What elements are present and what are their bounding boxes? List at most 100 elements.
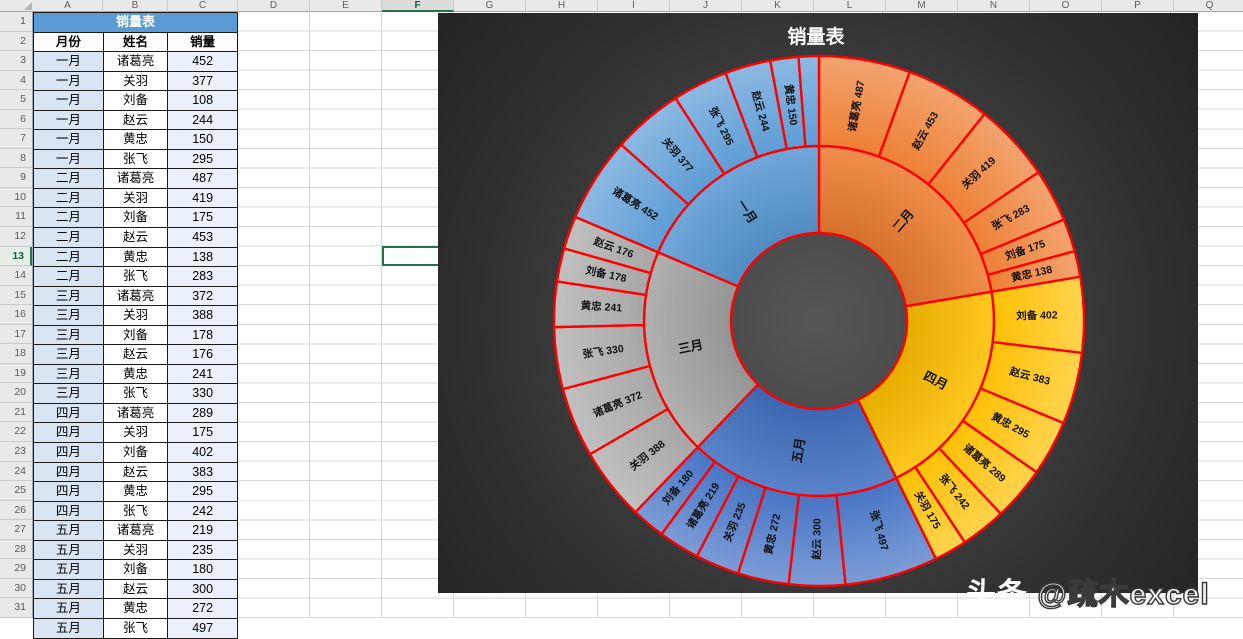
cell[interactable]: 诸葛亮 (104, 52, 169, 72)
row-header-9[interactable]: 9 (0, 168, 32, 188)
column-header-N[interactable]: N (958, 0, 1030, 12)
column-header-H[interactable]: H (526, 0, 598, 12)
column-header-M[interactable]: M (886, 0, 958, 12)
cell[interactable]: 一月 (34, 130, 104, 150)
cell[interactable]: 关羽 (104, 541, 169, 561)
row-header-28[interactable]: 28 (0, 540, 32, 560)
cell[interactable]: 一月 (34, 52, 104, 72)
cell[interactable]: 黄忠 (104, 248, 169, 268)
cell[interactable]: 关羽 (104, 72, 169, 92)
select-all-button[interactable] (0, 0, 33, 12)
cell[interactable]: 372 (168, 287, 238, 307)
cell[interactable]: 283 (168, 267, 238, 287)
cell[interactable]: 150 (168, 130, 238, 150)
cell[interactable]: 二月 (34, 267, 104, 287)
cell[interactable]: 383 (168, 463, 238, 483)
column-header-O[interactable]: O (1030, 0, 1102, 12)
cell[interactable]: 一月 (34, 150, 104, 170)
row-header-3[interactable]: 3 (0, 51, 32, 71)
row-header-24[interactable]: 24 (0, 462, 32, 482)
row-header-4[interactable]: 4 (0, 71, 32, 91)
row-header-18[interactable]: 18 (0, 344, 32, 364)
cell[interactable]: 三月 (34, 326, 104, 346)
cell[interactable]: 张飞 (104, 267, 169, 287)
cell[interactable]: 五月 (34, 580, 104, 600)
column-header-D[interactable]: D (238, 0, 310, 12)
cell[interactable]: 453 (168, 228, 238, 248)
row-header-10[interactable]: 10 (0, 188, 32, 208)
cell[interactable]: 关羽 (104, 423, 169, 443)
cell[interactable]: 二月 (34, 169, 104, 189)
cell[interactable]: 三月 (34, 287, 104, 307)
row-header-27[interactable]: 27 (0, 520, 32, 540)
cell[interactable]: 419 (168, 189, 238, 209)
cell[interactable]: 244 (168, 111, 238, 131)
table-header-3[interactable]: 销量 (168, 33, 238, 53)
cell[interactable]: 219 (168, 521, 238, 541)
column-header-B[interactable]: B (103, 0, 168, 12)
cell[interactable]: 402 (168, 443, 238, 463)
cell[interactable]: 175 (168, 423, 238, 443)
row-header-8[interactable]: 8 (0, 149, 32, 169)
row-header-20[interactable]: 20 (0, 383, 32, 403)
row-header-16[interactable]: 16 (0, 305, 32, 325)
cell[interactable]: 刘备 (104, 560, 169, 580)
cell[interactable]: 242 (168, 502, 238, 522)
cell[interactable]: 张飞 (104, 150, 169, 170)
column-header-K[interactable]: K (742, 0, 814, 12)
cell[interactable]: 二月 (34, 189, 104, 209)
row-header-30[interactable]: 30 (0, 579, 32, 599)
row-header-11[interactable]: 11 (0, 207, 32, 227)
cell[interactable]: 刘备 (104, 208, 169, 228)
cell[interactable]: 五月 (34, 541, 104, 561)
cell[interactable]: 二月 (34, 248, 104, 268)
cell[interactable]: 235 (168, 541, 238, 561)
cell[interactable]: 388 (168, 306, 238, 326)
column-header-C[interactable]: C (168, 0, 238, 12)
cell[interactable]: 黄忠 (104, 365, 169, 385)
row-header-31[interactable]: 31 (0, 598, 32, 618)
chart-title[interactable]: 销量表 (787, 25, 845, 48)
row-header-21[interactable]: 21 (0, 403, 32, 423)
cell[interactable]: 四月 (34, 482, 104, 502)
cell[interactable]: 二月 (34, 228, 104, 248)
cell[interactable]: 497 (168, 619, 238, 639)
column-header-E[interactable]: E (310, 0, 382, 12)
column-header-Q[interactable]: Q (1174, 0, 1243, 12)
cell[interactable]: 四月 (34, 502, 104, 522)
cell[interactable]: 张飞 (104, 384, 169, 404)
cell[interactable]: 张飞 (104, 619, 169, 639)
cell[interactable]: 138 (168, 248, 238, 268)
row-header-23[interactable]: 23 (0, 442, 32, 462)
cell[interactable]: 关羽 (104, 306, 169, 326)
row-header-1[interactable]: 1 (0, 12, 32, 32)
cell[interactable]: 诸葛亮 (104, 404, 169, 424)
row-header-12[interactable]: 12 (0, 227, 32, 247)
cell[interactable]: 四月 (34, 423, 104, 443)
cell[interactable]: 四月 (34, 443, 104, 463)
cell[interactable]: 487 (168, 169, 238, 189)
cell[interactable]: 刘备 (104, 443, 169, 463)
column-header-J[interactable]: J (670, 0, 742, 12)
cell[interactable]: 五月 (34, 619, 104, 639)
column-header-P[interactable]: P (1102, 0, 1174, 12)
cell[interactable]: 诸葛亮 (104, 287, 169, 307)
cell[interactable]: 三月 (34, 365, 104, 385)
cell[interactable]: 一月 (34, 111, 104, 131)
cell[interactable]: 330 (168, 384, 238, 404)
cell[interactable]: 241 (168, 365, 238, 385)
column-header-A[interactable]: A (33, 0, 103, 12)
cell[interactable]: 关羽 (104, 189, 169, 209)
cell[interactable]: 赵云 (104, 111, 169, 131)
row-header-26[interactable]: 26 (0, 501, 32, 521)
cell[interactable]: 黄忠 (104, 130, 169, 150)
row-header-7[interactable]: 7 (0, 129, 32, 149)
cell[interactable]: 黄忠 (104, 599, 169, 619)
column-header-I[interactable]: I (598, 0, 670, 12)
cell[interactable]: 四月 (34, 404, 104, 424)
cell[interactable]: 二月 (34, 208, 104, 228)
cell[interactable]: 108 (168, 91, 238, 111)
cell[interactable]: 刘备 (104, 326, 169, 346)
row-header-6[interactable]: 6 (0, 110, 32, 130)
table-header-2[interactable]: 姓名 (104, 33, 169, 53)
